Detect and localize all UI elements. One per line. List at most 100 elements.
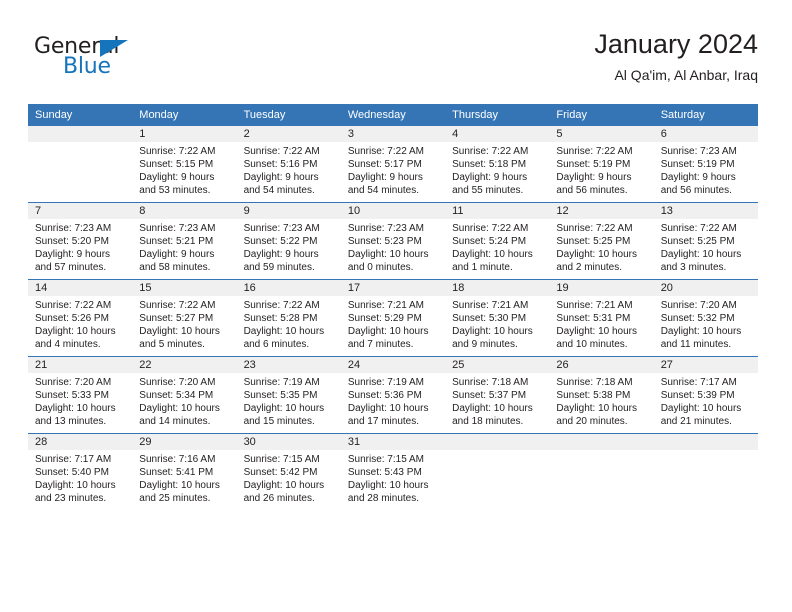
daylight-text-line2: and 7 minutes. [347,339,414,350]
calendar-day-cell[interactable]: 17 Sunrise: 7:21 AM Sunset: 5:29 PM Dayligh… [340,279,446,357]
calendar-day-cell[interactable]: 14 Sunrise: 7:22 AM Sunset: 5:26 PM Dayligh… [28,279,133,357]
day-cell-inner: 25 Sunrise: 7:18 AM Sunset: 5:37 PM Dayligh… [445,357,550,433]
calendar-day-cell[interactable]: 1 Sunrise: 7:22 AM Sunset: 5:15 PM Daylight… [132,126,237,203]
day-details: Sunrise: 7:22 AM Sunset: 5:18 PM Daylight:… [445,142,549,197]
sunset-text: Sunset: 5:25 PM [556,236,631,247]
daylight-text-line1: Daylight: 10 hours [452,249,533,260]
calendar-day-cell[interactable]: 18 Sunrise: 7:21 AM Sunset: 5:30 PM Dayligh… [445,279,550,357]
daylight-text-line2: and 20 minutes. [556,416,628,427]
calendar-day-cell[interactable]: 10 Sunrise: 7:23 AM Sunset: 5:23 PM Dayligh… [340,202,446,280]
calendar-day-cell[interactable]: 6 Sunrise: 7:23 AM Sunset: 5:19 PM Daylight… [653,126,758,203]
daylight-text-line2: and 17 minutes. [347,416,420,427]
calendar-day-cell[interactable]: 31 Sunrise: 7:15 AM Sunset: 5:43 PM Dayligh… [340,433,446,510]
calendar-day-cell[interactable]: 28 Sunrise: 7:17 AM Sunset: 5:40 PM Dayligh… [28,433,133,510]
daylight-text-line2: and 11 minutes. [660,339,732,350]
calendar-day-cell[interactable]: 4 Sunrise: 7:22 AM Sunset: 5:18 PM Daylight… [445,126,550,203]
calendar-day-cell[interactable]: 25 Sunrise: 7:18 AM Sunset: 5:37 PM Dayligh… [445,356,550,434]
day-cell-inner: 7 Sunrise: 7:23 AM Sunset: 5:20 PM Daylight… [28,203,133,279]
day-cell-inner [549,434,654,510]
day-number [28,126,133,142]
daylight-text-line1: Daylight: 10 hours [660,326,742,337]
day-details: Sunrise: 7:23 AM Sunset: 5:19 PM Daylight:… [654,142,758,197]
daylight-text-line1: Daylight: 10 hours [139,326,220,337]
daylight-text-line1: Daylight: 9 hours [660,172,736,183]
calendar-day-cell[interactable]: 30 Sunrise: 7:15 AM Sunset: 5:42 PM Dayligh… [236,433,341,510]
day-cell-inner: 30 Sunrise: 7:15 AM Sunset: 5:42 PM Dayligh… [236,434,341,510]
day-details: Sunrise: 7:20 AM Sunset: 5:34 PM Daylight:… [132,373,236,428]
day-number: 11 [445,203,550,219]
sunrise-text: Sunrise: 7:17 AM [660,377,737,388]
day-number: 6 [653,126,758,142]
day-details: Sunrise: 7:23 AM Sunset: 5:22 PM Daylight:… [237,219,341,274]
page-subtitle: Al Qa'im, Al Anbar, Iraq [614,67,758,83]
calendar-day-cell[interactable]: 7 Sunrise: 7:23 AM Sunset: 5:20 PM Daylight… [28,202,133,280]
calendar-page: General Blue January 2024 Al Qa'im, Al A… [0,0,792,612]
day-details: Sunrise: 7:15 AM Sunset: 5:43 PM Daylight:… [341,450,445,505]
sunrise-text: Sunrise: 7:18 AM [556,377,633,388]
day-number: 29 [132,434,237,450]
weekday-header-wednesday: Wednesday [340,104,446,126]
day-cell-inner: 4 Sunrise: 7:22 AM Sunset: 5:18 PM Daylight… [445,126,550,202]
sunset-text: Sunset: 5:34 PM [139,390,214,401]
calendar-day-cell[interactable]: 5 Sunrise: 7:22 AM Sunset: 5:19 PM Daylight… [549,126,654,203]
sunrise-text: Sunrise: 7:18 AM [452,377,529,388]
sunset-text: Sunset: 5:25 PM [660,236,735,247]
day-number: 14 [28,280,133,296]
day-number: 21 [28,357,133,373]
day-details: Sunrise: 7:22 AM Sunset: 5:26 PM Daylight:… [28,296,132,351]
sunrise-text: Sunrise: 7:22 AM [556,146,633,157]
day-number: 19 [549,280,654,296]
sunset-text: Sunset: 5:27 PM [139,313,214,324]
sunrise-text: Sunrise: 7:23 AM [347,223,424,234]
calendar-day-cell[interactable]: 13 Sunrise: 7:22 AM Sunset: 5:25 PM Dayligh… [653,202,758,280]
daylight-text-line2: and 3 minutes. [660,262,727,273]
daylight-text-line2: and 55 minutes. [452,185,524,196]
day-details: Sunrise: 7:16 AM Sunset: 5:41 PM Daylight:… [132,450,236,505]
day-number: 3 [340,126,446,142]
calendar-week-row: 14 Sunrise: 7:22 AM Sunset: 5:26 PM Dayligh… [28,279,758,357]
calendar-day-cell[interactable]: 12 Sunrise: 7:22 AM Sunset: 5:25 PM Dayligh… [549,202,654,280]
sunset-text: Sunset: 5:33 PM [35,390,109,401]
daylight-text-line2: and 21 minutes. [660,416,732,427]
daylight-text-line2: and 9 minutes. [452,339,518,350]
day-number: 1 [132,126,237,142]
calendar-day-cell[interactable]: 11 Sunrise: 7:22 AM Sunset: 5:24 PM Dayligh… [445,202,550,280]
calendar-day-cell[interactable]: 8 Sunrise: 7:23 AM Sunset: 5:21 PM Daylight… [132,202,237,280]
calendar-day-cell[interactable]: 27 Sunrise: 7:17 AM Sunset: 5:39 PM Dayligh… [653,356,758,434]
calendar-day-cell[interactable]: 19 Sunrise: 7:21 AM Sunset: 5:31 PM Dayligh… [549,279,654,357]
day-number: 22 [132,357,237,373]
daylight-text-line2: and 53 minutes. [139,185,211,196]
daylight-text-line1: Daylight: 10 hours [556,403,638,414]
page-title: January 2024 [594,29,758,59]
calendar-day-cell[interactable]: 16 Sunrise: 7:22 AM Sunset: 5:28 PM Dayligh… [236,279,341,357]
calendar-day-cell[interactable]: 29 Sunrise: 7:16 AM Sunset: 5:41 PM Dayligh… [132,433,237,510]
day-number [445,434,550,450]
calendar-day-cell[interactable]: 26 Sunrise: 7:18 AM Sunset: 5:38 PM Dayligh… [549,356,654,434]
daylight-text-line2: and 0 minutes. [347,262,414,273]
sunset-text: Sunset: 5:39 PM [660,390,735,401]
daylight-text-line1: Daylight: 9 hours [556,172,632,183]
calendar-day-cell[interactable]: 9 Sunrise: 7:23 AM Sunset: 5:22 PM Daylight… [236,202,341,280]
sunrise-text: Sunrise: 7:20 AM [139,377,216,388]
day-number: 10 [340,203,446,219]
day-number: 23 [236,357,341,373]
calendar-day-cell[interactable]: 21 Sunrise: 7:20 AM Sunset: 5:33 PM Dayligh… [28,356,133,434]
day-number: 13 [653,203,758,219]
day-cell-inner: 8 Sunrise: 7:23 AM Sunset: 5:21 PM Daylight… [132,203,237,279]
calendar-day-cell[interactable]: 23 Sunrise: 7:19 AM Sunset: 5:35 PM Dayligh… [236,356,341,434]
calendar-day-cell[interactable]: 24 Sunrise: 7:19 AM Sunset: 5:36 PM Dayligh… [340,356,446,434]
calendar-day-cell[interactable]: 15 Sunrise: 7:22 AM Sunset: 5:27 PM Dayligh… [132,279,237,357]
sunrise-text: Sunrise: 7:16 AM [139,454,216,465]
calendar-day-cell[interactable]: 3 Sunrise: 7:22 AM Sunset: 5:17 PM Daylight… [340,126,446,203]
day-cell-inner: 14 Sunrise: 7:22 AM Sunset: 5:26 PM Dayligh… [28,280,133,356]
calendar-day-cell[interactable]: 2 Sunrise: 7:22 AM Sunset: 5:16 PM Daylight… [236,126,341,203]
daylight-text-line1: Daylight: 10 hours [35,326,116,337]
daylight-text-line2: and 58 minutes. [139,262,211,273]
day-number [653,434,758,450]
general-blue-logo[interactable]: General Blue [34,34,234,90]
sunset-text: Sunset: 5:18 PM [452,159,527,170]
day-cell-inner: 6 Sunrise: 7:23 AM Sunset: 5:19 PM Daylight… [653,126,758,202]
calendar-day-cell[interactable]: 20 Sunrise: 7:20 AM Sunset: 5:32 PM Dayligh… [653,279,758,357]
calendar-day-cell[interactable]: 22 Sunrise: 7:20 AM Sunset: 5:34 PM Dayligh… [132,356,237,434]
day-cell-inner: 18 Sunrise: 7:21 AM Sunset: 5:30 PM Dayligh… [445,280,550,356]
